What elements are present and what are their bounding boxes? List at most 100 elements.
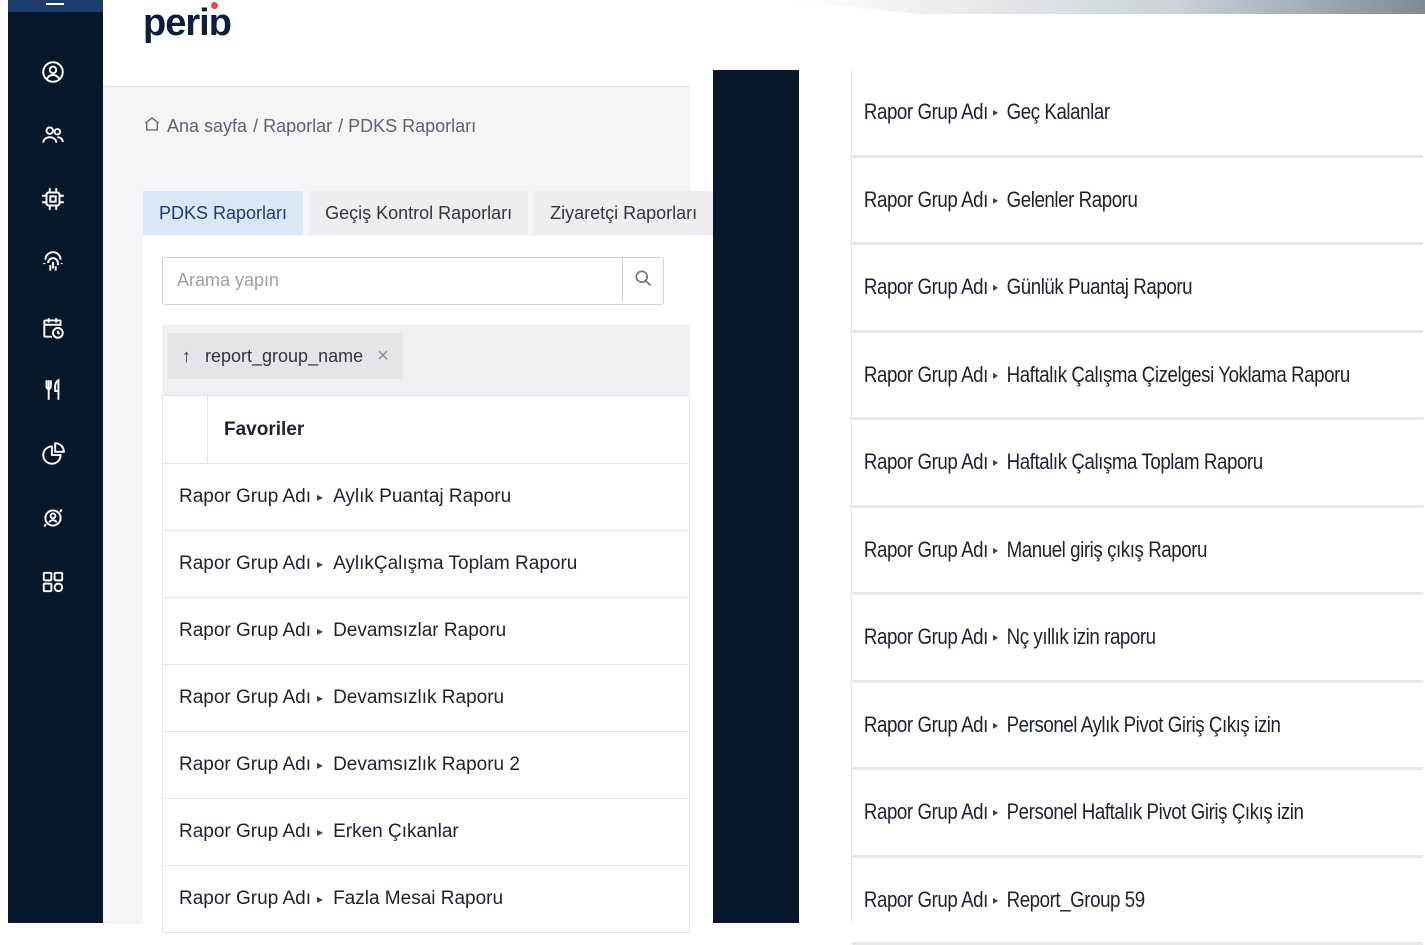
fork-knife-icon[interactable]	[38, 375, 68, 405]
report-name: Haftalık Çalışma Çizelgesi Yoklama Rapor…	[1007, 362, 1350, 388]
favorites-label: Favoriler	[208, 396, 304, 463]
sidebar	[8, 0, 103, 923]
report-row[interactable]: Rapor Grup Adı ▸ Manuel giriş çıkış Raporu	[852, 508, 1423, 596]
report-group-label: Rapor Grup Adı	[852, 449, 988, 475]
report-name: Personel Aylık Pivot Giriş Çıkış izin	[1007, 712, 1281, 738]
report-row[interactable]: Rapor Grup Adı ▸ Gelenler Raporu	[852, 158, 1423, 246]
report-group-label: Rapor Grup Adı	[852, 187, 988, 213]
pie-chart-icon[interactable]	[38, 439, 68, 469]
sidebar-menu-toggle[interactable]	[8, 0, 103, 12]
report-row[interactable]: Rapor Grup Adı ▸ Erken Çıkanlar	[162, 799, 690, 866]
expand-cell[interactable]	[163, 396, 208, 463]
search-icon	[633, 268, 653, 293]
breadcrumb-reports[interactable]: / Raporlar	[253, 116, 332, 137]
caret-right-icon: ▸	[317, 825, 323, 839]
header-decoration	[790, 0, 1425, 14]
app-logo: periɒ	[143, 2, 231, 45]
report-group-label: Rapor Grup Adı	[852, 712, 988, 738]
report-name: Gelenler Raporu	[1007, 187, 1138, 213]
caret-right-icon: ▸	[993, 368, 998, 382]
report-group-label: Rapor Grup Adı	[163, 486, 311, 508]
search-input[interactable]	[163, 258, 631, 302]
search-box	[162, 257, 664, 305]
home-icon[interactable]	[143, 115, 161, 138]
group-by-chip[interactable]: ↑ report_group_name ×	[168, 333, 403, 379]
content-gutter	[799, 70, 851, 923]
grid-icon[interactable]	[38, 567, 68, 597]
report-name: Devamsızlar Raporu	[333, 620, 506, 642]
report-tabs: PDKS Raporları Geçiş Kontrol Raporları Z…	[143, 191, 713, 235]
report-name: Manuel giriş çıkış Raporu	[1007, 537, 1207, 563]
caret-right-icon: ▸	[317, 624, 323, 638]
tab-access-control-reports[interactable]: Geçiş Kontrol Raporları	[309, 191, 528, 235]
report-row[interactable]: Rapor Grup Adı▸Report_Group 59	[852, 858, 1423, 945]
caret-right-icon: ▸	[317, 691, 323, 705]
caret-right-icon: ▸	[993, 455, 998, 469]
sort-ascending-icon[interactable]: ↑	[182, 346, 191, 367]
caret-right-icon: ▸	[317, 557, 323, 571]
caret-right-icon: ▸	[993, 193, 998, 207]
report-name: Fazla Mesai Raporu	[333, 888, 503, 910]
main-content: Ana sayfa / Raporlar / PDKS Raporları PD…	[103, 86, 690, 924]
report-row[interactable]: Rapor Grup Adı ▸ Haftalık Çalışma Toplam R…	[852, 420, 1423, 508]
caret-right-icon: ▸	[993, 805, 998, 819]
report-name: Geç Kalanlar	[1007, 99, 1110, 125]
caret-right-icon: ▸	[317, 892, 323, 906]
report-name: Report_Group 59	[1007, 887, 1145, 913]
report-row[interactable]: Rapor Grup Adı▸Personel Aylık Pivot Giri…	[852, 683, 1423, 771]
report-name: Aylık Puantaj Raporu	[333, 486, 511, 508]
report-list-panel: ↑ report_group_name × Favoriler Rapor Gr…	[143, 236, 690, 924]
sidebar-dark-panel	[713, 70, 799, 923]
caret-right-icon: ▸	[317, 758, 323, 772]
caret-right-icon: ▸	[993, 105, 998, 119]
breadcrumb-home[interactable]: Ana sayfa	[167, 116, 247, 137]
caret-right-icon: ▸	[993, 543, 998, 557]
report-row[interactable]: Rapor Grup Adı▸Nç yıllık izin raporu	[852, 595, 1423, 683]
report-group-label: Rapor Grup Adı	[163, 754, 311, 776]
report-group-label: Rapor Grup Adı	[163, 821, 311, 843]
user-circle-icon[interactable]	[38, 57, 68, 87]
users-icon[interactable]	[38, 120, 68, 150]
report-group-label: Rapor Grup Adı	[852, 274, 988, 300]
report-row[interactable]: Rapor Grup Adı ▸ Aylık Puantaj Raporu	[162, 464, 690, 531]
report-name: Devamsızlık Raporu 2	[333, 754, 520, 776]
report-row[interactable]: Rapor Grup Adı▸Personel Haftalık Pivot G…	[852, 770, 1423, 858]
report-row[interactable]: Rapor Grup Adı ▸ Devamsızlık Raporu	[162, 665, 690, 732]
report-row[interactable]: Rapor Grup Adı ▸ Devamsızlar Raporu	[162, 598, 690, 665]
report-group-label: Rapor Grup Adı	[163, 888, 311, 910]
fingerprint-icon[interactable]	[38, 248, 68, 278]
report-group-label: Rapor Grup Adı	[852, 887, 988, 913]
report-row[interactable]: Rapor Grup Adı ▸ AylıkÇalışma Toplam Rapor…	[162, 531, 690, 598]
favorites-group-row[interactable]: Favoriler	[162, 395, 690, 464]
caret-right-icon: ▸	[993, 630, 998, 644]
app-header: periɒ	[103, 0, 690, 86]
logo-dot	[211, 2, 218, 9]
remove-group-icon[interactable]: ×	[377, 345, 389, 368]
report-group-label: Rapor Grup Adı	[852, 362, 988, 388]
chip-icon[interactable]	[38, 184, 68, 214]
calendar-clock-icon[interactable]	[38, 313, 68, 343]
report-name: Devamsızlık Raporu	[333, 687, 504, 709]
search-button[interactable]	[622, 258, 663, 302]
report-name: Günlük Puantaj Raporu	[1007, 274, 1192, 300]
report-group-label: Rapor Grup Adı	[852, 537, 988, 563]
tab-pdks-reports[interactable]: PDKS Raporları	[143, 191, 303, 235]
caret-right-icon: ▸	[993, 280, 998, 294]
report-name: Haftalık Çalışma Toplam Raporu	[1007, 449, 1263, 475]
report-name: AylıkÇalışma Toplam Raporu	[333, 553, 577, 575]
report-group-label: Rapor Grup Adı	[163, 620, 311, 642]
report-name: Personel Haftalık Pivot Giriş Çıkış izin	[1007, 799, 1304, 825]
tab-visitor-reports[interactable]: Ziyaretçi Raporları	[534, 191, 713, 235]
report-list-continued: Rapor Grup Adı ▸ Geç Kalanlar Rapor Grup Ad…	[851, 70, 1425, 923]
report-row[interactable]: Rapor Grup Adı ▸ Devamsızlık Raporu 2	[162, 732, 690, 799]
right-header-area	[690, 0, 1425, 70]
user-sync-icon[interactable]	[38, 503, 68, 533]
caret-right-icon: ▸	[317, 490, 323, 504]
report-group-label: Rapor Grup Adı	[163, 687, 311, 709]
report-row[interactable]: Rapor Grup Adı ▸ Günlük Puantaj Raporu	[852, 245, 1423, 333]
breadcrumb-pdks-reports: / PDKS Raporları	[338, 116, 476, 137]
report-group-label: Rapor Grup Adı	[163, 553, 311, 575]
report-row[interactable]: Rapor Grup Adı▸Geç Kalanlar	[852, 70, 1423, 158]
report-name: Erken Çıkanlar	[333, 821, 459, 843]
report-row[interactable]: Rapor Grup Adı ▸ Haftalık Çalışma Çizelges…	[852, 333, 1423, 421]
